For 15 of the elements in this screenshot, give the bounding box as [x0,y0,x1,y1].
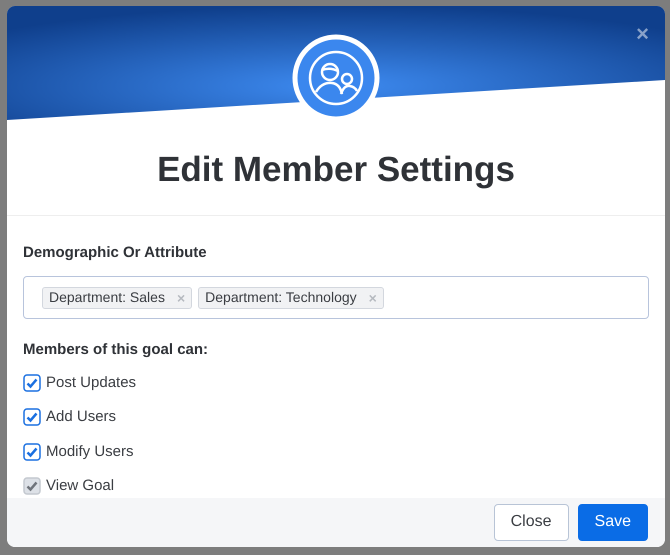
checkbox[interactable] [23,408,41,426]
dialog-title: Edit Member Settings [156,149,516,191]
checkbox-label: Add Users [46,407,116,427]
checkbox-label: Post Updates [46,372,136,392]
tag-label: Department: Sales [49,288,165,307]
tag-label: Department: Technology [205,288,357,307]
close-button[interactable]: Close [494,504,569,541]
checkbox-label: View Goal [46,476,114,496]
close-button[interactable]: × [636,23,649,45]
checkbox[interactable] [23,442,41,461]
section-label: Members of this goal can: [23,340,210,360]
field-label: Demographic Or Attribute [23,242,208,262]
checkbox-label: Modify Users [46,442,134,462]
save-button[interactable]: Save [578,504,648,541]
checkbox[interactable] [23,374,41,392]
